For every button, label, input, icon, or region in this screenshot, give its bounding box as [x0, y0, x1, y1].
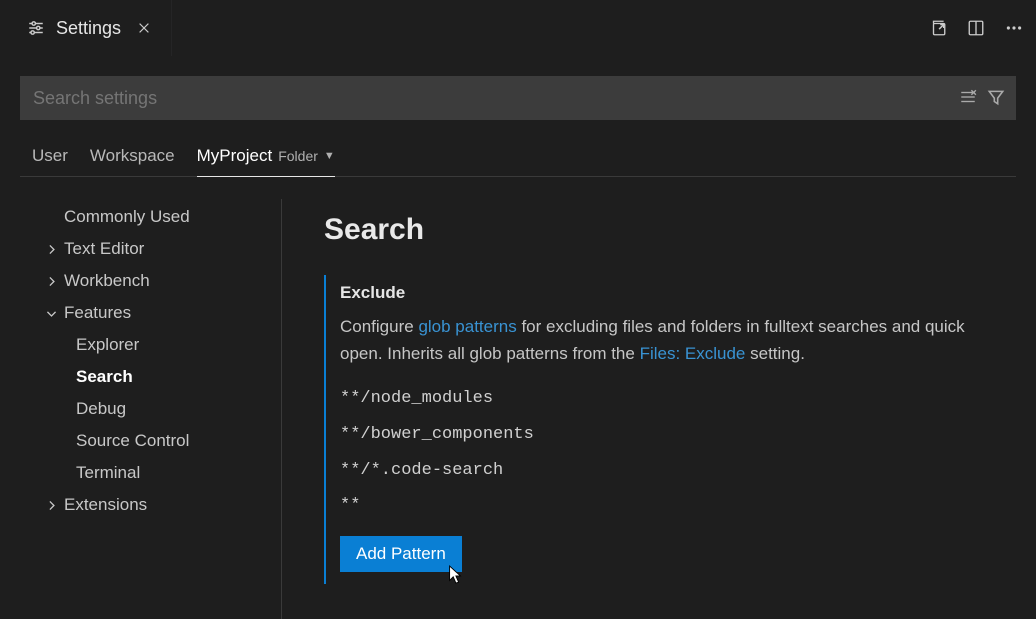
tree-item-extensions[interactable]: Extensions [20, 489, 281, 521]
tree-item-terminal[interactable]: Terminal [20, 457, 281, 489]
settings-detail: Search Exclude Configure glob patterns f… [282, 199, 1016, 619]
pattern-item[interactable]: **/*.code-search [340, 453, 992, 489]
tab-title: Settings [56, 18, 121, 39]
pattern-item[interactable]: ** [340, 488, 992, 524]
title-bar: Settings [0, 0, 1036, 56]
tree-label: Search [76, 367, 133, 387]
settings-scope-tabs: User Workspace MyProject Folder ▼ [20, 146, 1016, 177]
setting-search-exclude: Exclude Configure glob patterns for excl… [324, 275, 1002, 584]
tab-divider [171, 0, 172, 56]
search-actions [959, 88, 1005, 109]
tree-label: Source Control [76, 431, 189, 451]
tree-item-source-control[interactable]: Source Control [20, 425, 281, 457]
tree-item-search[interactable]: Search [20, 361, 281, 393]
chevron-right-icon [44, 242, 58, 256]
setting-title: Exclude [340, 283, 992, 303]
tree-item-commonly-used[interactable]: Commonly Used [20, 201, 281, 233]
tree-label: Debug [76, 399, 126, 419]
close-icon[interactable] [131, 17, 157, 39]
search-settings-container [20, 76, 1016, 120]
tree-item-explorer[interactable]: Explorer [20, 329, 281, 361]
setting-description: Configure glob patterns for excluding fi… [340, 313, 992, 367]
tree-label: Extensions [64, 495, 147, 515]
scope-tab-workspace-label: Workspace [90, 146, 175, 166]
settings-tree: Commonly Used Text Editor Workbench Feat… [20, 199, 282, 619]
cursor-icon [446, 564, 464, 586]
settings-icon [26, 18, 46, 38]
tree-item-debug[interactable]: Debug [20, 393, 281, 425]
tree-label: Features [64, 303, 131, 323]
add-pattern-button[interactable]: Add Pattern [340, 536, 462, 572]
more-actions-icon[interactable] [1004, 18, 1024, 38]
pattern-item[interactable]: **/bower_components [340, 417, 992, 453]
scope-tab-folder-name: MyProject [197, 146, 273, 166]
tree-label: Workbench [64, 271, 150, 291]
tree-item-text-editor[interactable]: Text Editor [20, 233, 281, 265]
split-editor-icon[interactable] [966, 18, 986, 38]
search-settings-input[interactable] [33, 88, 959, 109]
settings-tab[interactable]: Settings [12, 0, 171, 56]
chevron-right-icon [44, 498, 58, 512]
tree-label: Text Editor [64, 239, 144, 259]
chevron-down-icon [44, 306, 58, 320]
filter-icon[interactable] [987, 88, 1005, 109]
pattern-item[interactable]: **/node_modules [340, 381, 992, 417]
tab-area: Settings [12, 0, 172, 56]
scope-tab-user-label: User [32, 146, 68, 166]
desc-text: setting. [745, 344, 805, 363]
link-glob-patterns[interactable]: glob patterns [418, 317, 516, 336]
scope-tab-folder-suffix: Folder [278, 148, 318, 164]
scope-tab-folder[interactable]: MyProject Folder ▼ [197, 146, 335, 176]
chevron-right-icon [44, 274, 58, 288]
scope-tab-workspace[interactable]: Workspace [90, 146, 175, 176]
titlebar-actions [928, 18, 1024, 38]
link-files-exclude[interactable]: Files: Exclude [640, 344, 746, 363]
desc-text: Configure [340, 317, 418, 336]
settings-body: User Workspace MyProject Folder ▼ Common… [0, 56, 1036, 619]
settings-content: Commonly Used Text Editor Workbench Feat… [20, 199, 1016, 619]
exclude-pattern-list: **/node_modules **/bower_components **/*… [340, 381, 992, 524]
tree-label: Commonly Used [64, 207, 190, 227]
detail-heading: Search [324, 213, 1002, 247]
tree-label: Explorer [76, 335, 139, 355]
add-pattern-label: Add Pattern [356, 544, 446, 563]
tree-label: Terminal [76, 463, 140, 483]
scope-tab-user[interactable]: User [32, 146, 68, 176]
tree-item-features[interactable]: Features [20, 297, 281, 329]
clear-search-icon[interactable] [959, 88, 977, 109]
tree-item-workbench[interactable]: Workbench [20, 265, 281, 297]
chevron-down-icon: ▼ [324, 150, 335, 162]
open-settings-json-icon[interactable] [928, 18, 948, 38]
